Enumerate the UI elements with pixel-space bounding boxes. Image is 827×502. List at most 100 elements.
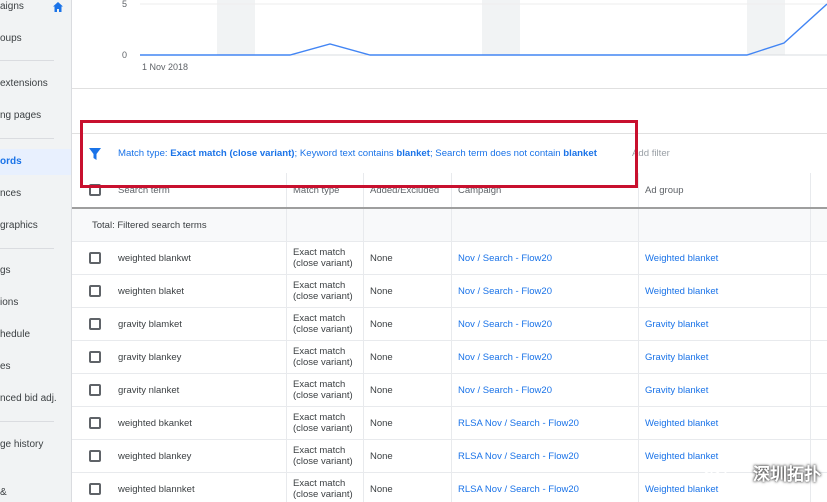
filter-bar: Match type: Exact match (close variant);… <box>72 133 827 173</box>
row-checkbox[interactable] <box>89 351 101 363</box>
sidebar-item[interactable]: extensions <box>0 71 71 97</box>
sidebar-item-label: extensions <box>0 78 48 89</box>
column-divider <box>363 275 364 307</box>
row-checkbox[interactable] <box>89 318 101 330</box>
row-checkbox[interactable] <box>89 384 101 396</box>
add-filter-button[interactable]: Add filter <box>632 148 670 159</box>
column-divider <box>638 275 639 307</box>
filter-chip[interactable]: Match type: Exact match (close variant);… <box>118 148 597 159</box>
column-divider <box>638 242 639 274</box>
campaign-link[interactable]: Nov / Search - Flow20 <box>458 352 552 363</box>
match-type-cell-line2: (close variant) <box>293 423 353 434</box>
column-header-added-excluded[interactable]: Added/Excluded <box>370 185 439 196</box>
filter-text-part: ; Search term does not contain <box>429 148 564 159</box>
sidebar-item[interactable]: aigns <box>0 0 71 20</box>
added-excluded-cell: None <box>370 253 393 264</box>
row-checkbox[interactable] <box>89 450 101 462</box>
row-checkbox[interactable] <box>89 285 101 297</box>
column-divider <box>363 440 364 472</box>
sidebar-item[interactable]: ions <box>0 290 71 316</box>
table-header: Search term Match type Added/Excluded Ca… <box>72 173 827 209</box>
campaign-link[interactable]: Nov / Search - Flow20 <box>458 253 552 264</box>
column-divider <box>810 173 811 207</box>
sidebar-item-label: & <box>0 487 7 498</box>
column-header-match-type[interactable]: Match type <box>293 185 339 196</box>
column-divider <box>638 473 639 502</box>
sidebar-item-label: aigns <box>0 1 24 12</box>
column-divider <box>638 308 639 340</box>
column-divider <box>638 440 639 472</box>
search-term-cell: weighten blaket <box>118 286 185 297</box>
sidebar-item-label: oups <box>0 33 22 44</box>
ad-group-link[interactable]: Gravity blanket <box>645 385 708 396</box>
sidebar-item[interactable]: oups <box>0 26 71 52</box>
column-divider <box>286 242 287 274</box>
column-divider <box>451 341 452 373</box>
column-divider <box>363 407 364 439</box>
table-row[interactable]: gravity nlanket Exact match (close variant… <box>72 374 827 407</box>
filter-icon[interactable] <box>88 147 102 161</box>
campaign-link[interactable]: Nov / Search - Flow20 <box>458 286 552 297</box>
search-terms-table: Search term Match type Added/Excluded Ca… <box>72 173 827 502</box>
search-term-cell: weighted blannket <box>118 484 195 495</box>
sidebar-item[interactable]: ords <box>0 149 71 175</box>
match-type-cell-line1: Exact match <box>293 247 346 258</box>
sidebar-item[interactable]: ge history <box>0 432 71 458</box>
column-divider <box>451 473 452 502</box>
ad-group-link[interactable]: Weighted blanket <box>645 418 718 429</box>
column-divider <box>363 209 364 241</box>
sidebar-item[interactable]: nces <box>0 181 71 207</box>
sidebar-item[interactable]: gs <box>0 258 71 284</box>
column-divider <box>286 374 287 406</box>
added-excluded-cell: None <box>370 319 393 330</box>
ad-group-link[interactable]: Weighted blanket <box>645 286 718 297</box>
row-checkbox[interactable] <box>89 483 101 495</box>
column-divider <box>286 473 287 502</box>
row-checkbox[interactable] <box>89 417 101 429</box>
column-divider <box>451 440 452 472</box>
match-type-cell-line1: Exact match <box>293 412 346 423</box>
campaign-link[interactable]: RLSA Nov / Search - Flow20 <box>458 484 579 495</box>
column-divider <box>451 308 452 340</box>
sidebar-item[interactable]: ng pages <box>0 103 71 129</box>
column-header-search-term[interactable]: Search term <box>118 185 170 196</box>
search-term-cell: gravity blamket <box>118 319 182 330</box>
column-divider <box>286 407 287 439</box>
table-row[interactable]: weighted blankwt Exact match (close varian… <box>72 242 827 275</box>
campaign-link[interactable]: Nov / Search - Flow20 <box>458 319 552 330</box>
total-row: Total: Filtered search terms <box>72 209 827 242</box>
campaign-link[interactable]: RLSA Nov / Search - Flow20 <box>458 418 579 429</box>
column-header-ad-group[interactable]: Ad group <box>645 185 684 196</box>
sidebar-divider <box>0 421 54 422</box>
column-divider <box>363 308 364 340</box>
ad-group-link[interactable]: Gravity blanket <box>645 319 708 330</box>
table-row[interactable]: gravity blankey Exact match (close variant… <box>72 341 827 374</box>
column-header-campaign[interactable]: Campaign <box>458 185 501 196</box>
select-all-checkbox[interactable] <box>89 184 101 196</box>
campaign-link[interactable]: RLSA Nov / Search - Flow20 <box>458 451 579 462</box>
column-divider <box>638 407 639 439</box>
campaign-link[interactable]: Nov / Search - Flow20 <box>458 385 552 396</box>
added-excluded-cell: None <box>370 286 393 297</box>
table-row[interactable]: weighten blaket Exact match (close variant… <box>72 275 827 308</box>
sidebar-item[interactable]: es <box>0 354 71 380</box>
sidebar-item[interactable]: & <box>0 480 71 502</box>
filter-text-part: ; Keyword text contains <box>294 148 397 159</box>
sidebar-item[interactable]: graphics <box>0 213 71 239</box>
sidebar-item-label: ng pages <box>0 110 42 121</box>
sidebar-item[interactable]: nced bid adj. <box>0 386 71 412</box>
watermark-text: 深圳拓扑 <box>753 465 821 484</box>
sidebar-item-label: es <box>0 361 11 372</box>
column-divider <box>638 341 639 373</box>
table-row[interactable]: weighted bkanket Exact match (close varian… <box>72 407 827 440</box>
column-divider <box>638 209 639 241</box>
ad-group-link[interactable]: Weighted blanket <box>645 484 718 495</box>
sidebar-item[interactable]: hedule <box>0 322 71 348</box>
column-divider <box>810 341 811 373</box>
ad-group-link[interactable]: Gravity blanket <box>645 352 708 363</box>
table-row[interactable]: gravity blamket Exact match (close variant… <box>72 308 827 341</box>
weekend-band <box>482 0 520 55</box>
ad-group-link[interactable]: Weighted blanket <box>645 253 718 264</box>
column-divider <box>286 173 287 207</box>
row-checkbox[interactable] <box>89 252 101 264</box>
